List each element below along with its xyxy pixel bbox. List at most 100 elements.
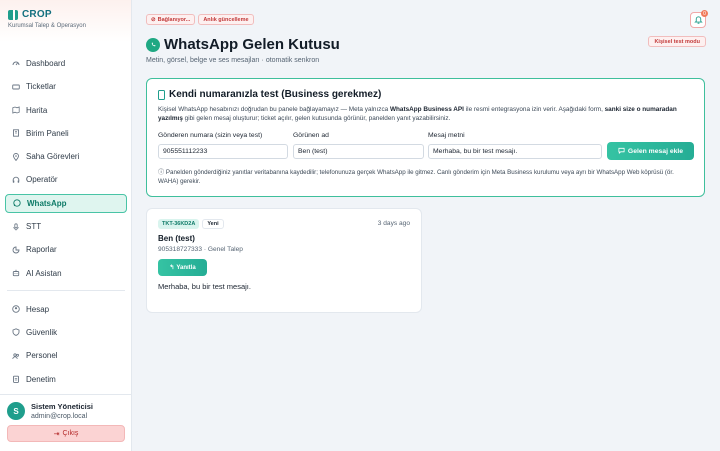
test-panel-note: ⓘ Panelden gönderdiğiniz yanıtlar verita… bbox=[158, 168, 693, 187]
location-pin-icon bbox=[12, 152, 20, 161]
reply-icon: ↰ bbox=[169, 265, 175, 271]
sidebar-item-label: Denetim bbox=[26, 374, 56, 384]
sidebar-item-label: Dashboard bbox=[26, 59, 66, 68]
clipboard-icon bbox=[12, 375, 20, 383]
sidebar-item-label: WhatsApp bbox=[27, 198, 67, 208]
user-icon bbox=[12, 305, 20, 313]
sidebar-item-label: Güvenlik bbox=[26, 327, 58, 337]
sidebar-item-label: Ticketlar bbox=[26, 82, 56, 92]
desc-text: gibi gelen mesaj oluşturur; ticket açılı… bbox=[182, 115, 451, 123]
message-field: Mesaj metni Merhaba, bu bir test mesajı. bbox=[428, 132, 602, 159]
sidebar-item-dashboard[interactable]: Dashboard bbox=[5, 54, 127, 73]
sidebar-item-label: STT bbox=[26, 222, 42, 232]
sidebar-item-saha-gorevleri[interactable]: Saha Görevleri bbox=[5, 147, 127, 166]
desc-bold: WhatsApp Business API bbox=[389, 106, 464, 113]
sidebar-item-guvenlik[interactable]: Güvenlik bbox=[5, 323, 127, 342]
status-chips: ⊘ Bağlanıyor... Anlık güncelleme bbox=[146, 14, 254, 25]
test-panel-title-text: Kendi numaranızla test (Business gerekme… bbox=[169, 89, 382, 100]
display-name-input[interactable]: Ben (test) bbox=[293, 144, 424, 159]
chip-label: Anlık güncelleme bbox=[203, 16, 249, 23]
chart-icon bbox=[12, 246, 20, 254]
dashboard-icon bbox=[12, 60, 20, 68]
sidebar-item-operator[interactable]: Operatör bbox=[5, 170, 127, 189]
map-icon bbox=[12, 106, 20, 114]
page-title-row: WhatsApp Gelen Kutusu bbox=[146, 36, 340, 53]
sender-name: Ben (test) bbox=[158, 234, 195, 243]
chip-label: Bağlanıyor... bbox=[157, 16, 191, 23]
users-icon bbox=[12, 352, 20, 360]
user-name: Sistem Yöneticisi bbox=[31, 402, 93, 411]
page-title: WhatsApp Gelen Kutusu bbox=[164, 36, 340, 53]
sidebar-divider bbox=[7, 289, 125, 291]
test-panel-description: Kişisel WhatsApp hesabınızı doğrudan bu … bbox=[158, 105, 693, 124]
page-subtitle: Metin, görsel, belge ve ses mesajları · … bbox=[146, 57, 320, 64]
wifi-off-icon: ⊘ bbox=[151, 16, 156, 23]
desc-text: ile resmi entegrasyona izin verir. Aşağı… bbox=[463, 106, 605, 113]
sidebar-item-label: Saha Görevleri bbox=[26, 152, 80, 162]
ticket-id-badge: TKT-36KD2A bbox=[158, 219, 200, 229]
display-name-field: Görünen ad Ben (test) bbox=[293, 132, 424, 159]
sidebar-item-birim-paneli[interactable]: Birim Paneli bbox=[5, 124, 127, 143]
sidebar-item-stt[interactable]: STT bbox=[5, 217, 127, 236]
sidebar: CROP Kurumsal Talep & Operasyon Dashboar… bbox=[0, 0, 132, 451]
sidebar-item-ticketlar[interactable]: Ticketlar bbox=[5, 77, 127, 96]
sidebar-nav: Dashboard Ticketlar Harita Birim Paneli … bbox=[5, 54, 127, 393]
whatsapp-icon bbox=[146, 37, 160, 52]
brand: CROP Kurumsal Talep & Operasyon bbox=[0, 0, 131, 42]
brand-name: CROP bbox=[22, 9, 52, 20]
message-text: Merhaba, bu bir test mesajı. bbox=[158, 282, 251, 291]
sidebar-item-label: Operatör bbox=[26, 175, 58, 185]
microphone-icon bbox=[12, 222, 20, 231]
sidebar-item-label: Harita bbox=[26, 105, 48, 115]
sidebar-item-ai-asistan[interactable]: AI Asistan bbox=[5, 264, 127, 283]
notification-count-badge: 0 bbox=[701, 10, 708, 17]
test-panel-title: Kendi numaranızla test (Business gerekme… bbox=[158, 89, 693, 100]
sender-field: Gönderen numara (sizin veya test) 905551… bbox=[158, 132, 288, 159]
logout-label: Çıkış bbox=[62, 430, 79, 437]
notifications-button[interactable]: 0 bbox=[690, 10, 708, 28]
sidebar-item-personel[interactable]: Personel bbox=[5, 346, 127, 365]
desc-text: Kişisel WhatsApp hesabınızı doğrudan bu … bbox=[158, 106, 390, 113]
message-card[interactable]: TKT-36KD2A Yeni 3 days ago Ben (test) 90… bbox=[146, 208, 422, 313]
logout-icon: ⇥ bbox=[53, 430, 60, 438]
sidebar-item-whatsapp[interactable]: WhatsApp bbox=[5, 193, 127, 213]
whatsapp-icon bbox=[13, 199, 21, 207]
sidebar-item-label: AI Asistan bbox=[26, 268, 62, 278]
sidebar-item-label: Hesap bbox=[26, 304, 50, 314]
shield-icon bbox=[12, 328, 20, 337]
sender-input[interactable]: 905551112233 bbox=[158, 144, 288, 159]
main-content: ⊘ Bağlanıyor... Anlık güncelleme 0 Kişis… bbox=[146, 0, 708, 451]
message-icon bbox=[618, 147, 625, 156]
user-email: admin@crop.local bbox=[31, 413, 88, 420]
building-icon bbox=[12, 129, 20, 138]
message-time: 3 days ago bbox=[377, 220, 410, 227]
sidebar-item-denetim[interactable]: Denetim bbox=[5, 370, 127, 389]
sender-label: Gönderen numara (sizin veya test) bbox=[158, 132, 263, 139]
message-input[interactable]: Merhaba, bu bir test mesajı. bbox=[428, 144, 602, 159]
test-mode-badge: Kişisel test modu bbox=[648, 36, 706, 47]
connection-status-badge: ⊘ Bağlanıyor... bbox=[146, 14, 196, 25]
user-panel: S Sistem Yöneticisi admin@crop.local ⇥ Ç… bbox=[0, 394, 132, 451]
ticket-icon bbox=[12, 83, 20, 91]
add-incoming-message-button[interactable]: Gelen mesaj ekle bbox=[607, 142, 694, 160]
sender-meta: 905318727333 · Genel Talep bbox=[158, 246, 243, 253]
sidebar-item-label: Raporlar bbox=[26, 245, 57, 255]
note-text: Panelden gönderdiğiniz yanıtlar veritaba… bbox=[158, 169, 674, 186]
test-panel: Kendi numaranızla test (Business gerekme… bbox=[146, 78, 705, 197]
logo-icon bbox=[8, 9, 18, 20]
sidebar-item-hesap[interactable]: Hesap bbox=[5, 300, 127, 319]
sidebar-item-raporlar[interactable]: Raporlar bbox=[5, 240, 127, 259]
avatar: S bbox=[7, 402, 25, 420]
brand-subtitle: Kurumsal Talep & Operasyon bbox=[8, 23, 86, 29]
message-label: Mesaj metni bbox=[428, 132, 465, 139]
logout-button[interactable]: ⇥ Çıkış bbox=[7, 425, 125, 442]
status-badge: Yeni bbox=[202, 219, 224, 229]
reply-button[interactable]: ↰ Yanıtla bbox=[158, 259, 207, 276]
reply-label: Yanıtla bbox=[176, 264, 196, 271]
headset-icon bbox=[12, 176, 20, 184]
robot-icon bbox=[12, 269, 20, 277]
sidebar-item-harita[interactable]: Harita bbox=[5, 101, 127, 120]
live-update-badge: Anlık güncelleme bbox=[198, 14, 254, 25]
display-name-label: Görünen ad bbox=[293, 132, 329, 139]
bell-icon bbox=[693, 15, 703, 26]
